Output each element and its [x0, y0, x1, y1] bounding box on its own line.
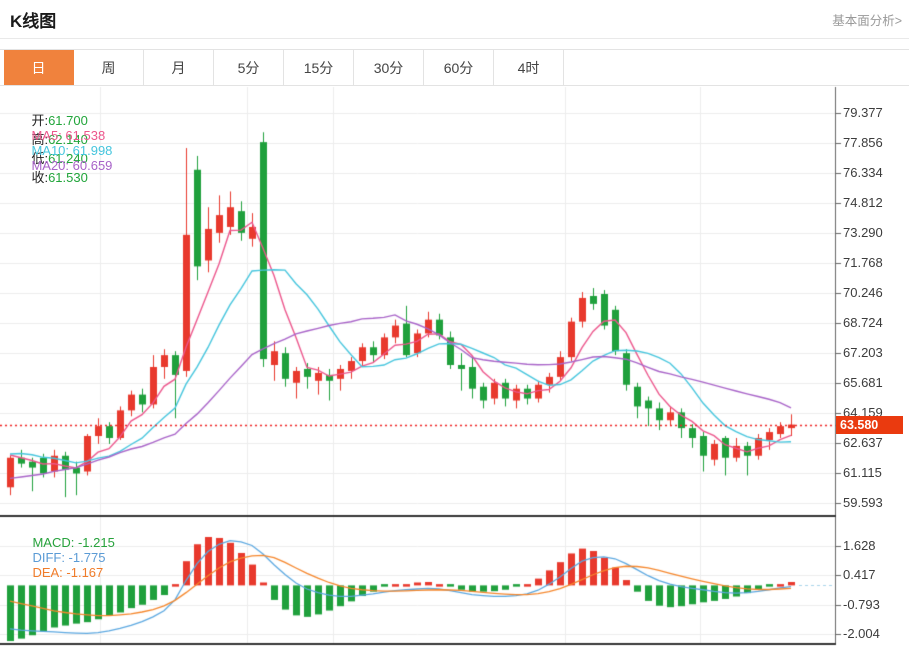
macd-axis-label: 1.628	[843, 538, 876, 553]
y-axis-label: 79.377	[843, 105, 883, 120]
y-axis-label: 73.290	[843, 225, 883, 240]
ma-readout: MA5: 61.538 MA10: 61.998 MA20: 60.659	[17, 113, 126, 188]
y-axis-label: 71.768	[843, 255, 883, 270]
y-axis-label: 74.812	[843, 195, 883, 210]
macd-axis-label: 0.417	[843, 567, 876, 582]
current-price-badge: 63.580	[836, 416, 903, 434]
y-axis-label: 61.115	[843, 465, 882, 480]
y-axis-label: 76.334	[843, 165, 883, 180]
y-axis-label: 68.724	[843, 315, 883, 330]
macd-axis-label: -2.004	[843, 626, 880, 641]
y-axis-label: 62.637	[843, 435, 883, 450]
macd-axis-label: -0.793	[843, 597, 880, 612]
dea-readout: DEA: -1.167	[32, 565, 103, 580]
kline-canvas[interactable]	[0, 0, 909, 646]
ma10-readout: MA10: 61.998	[31, 143, 112, 158]
macd-readout: MACD: -1.215	[32, 535, 114, 550]
y-axis-label: 77.856	[843, 135, 883, 150]
ma5-readout: MA5: 61.538	[31, 128, 105, 143]
y-axis-label: 67.203	[843, 345, 883, 360]
kline-app: K线图 基本面分析> 日 周 月 5分 15分 30分 60分 4时 开:61.…	[0, 0, 909, 646]
macd-readout-row: MACD: -1.215 DIFF: -1.775 DEA: -1.167	[18, 520, 129, 595]
y-axis-label: 65.681	[843, 375, 883, 390]
ma20-readout: MA20: 60.659	[31, 158, 112, 173]
y-axis-label: 70.246	[843, 285, 883, 300]
diff-readout: DIFF: -1.775	[32, 550, 105, 565]
y-axis-label: 59.593	[843, 495, 883, 510]
